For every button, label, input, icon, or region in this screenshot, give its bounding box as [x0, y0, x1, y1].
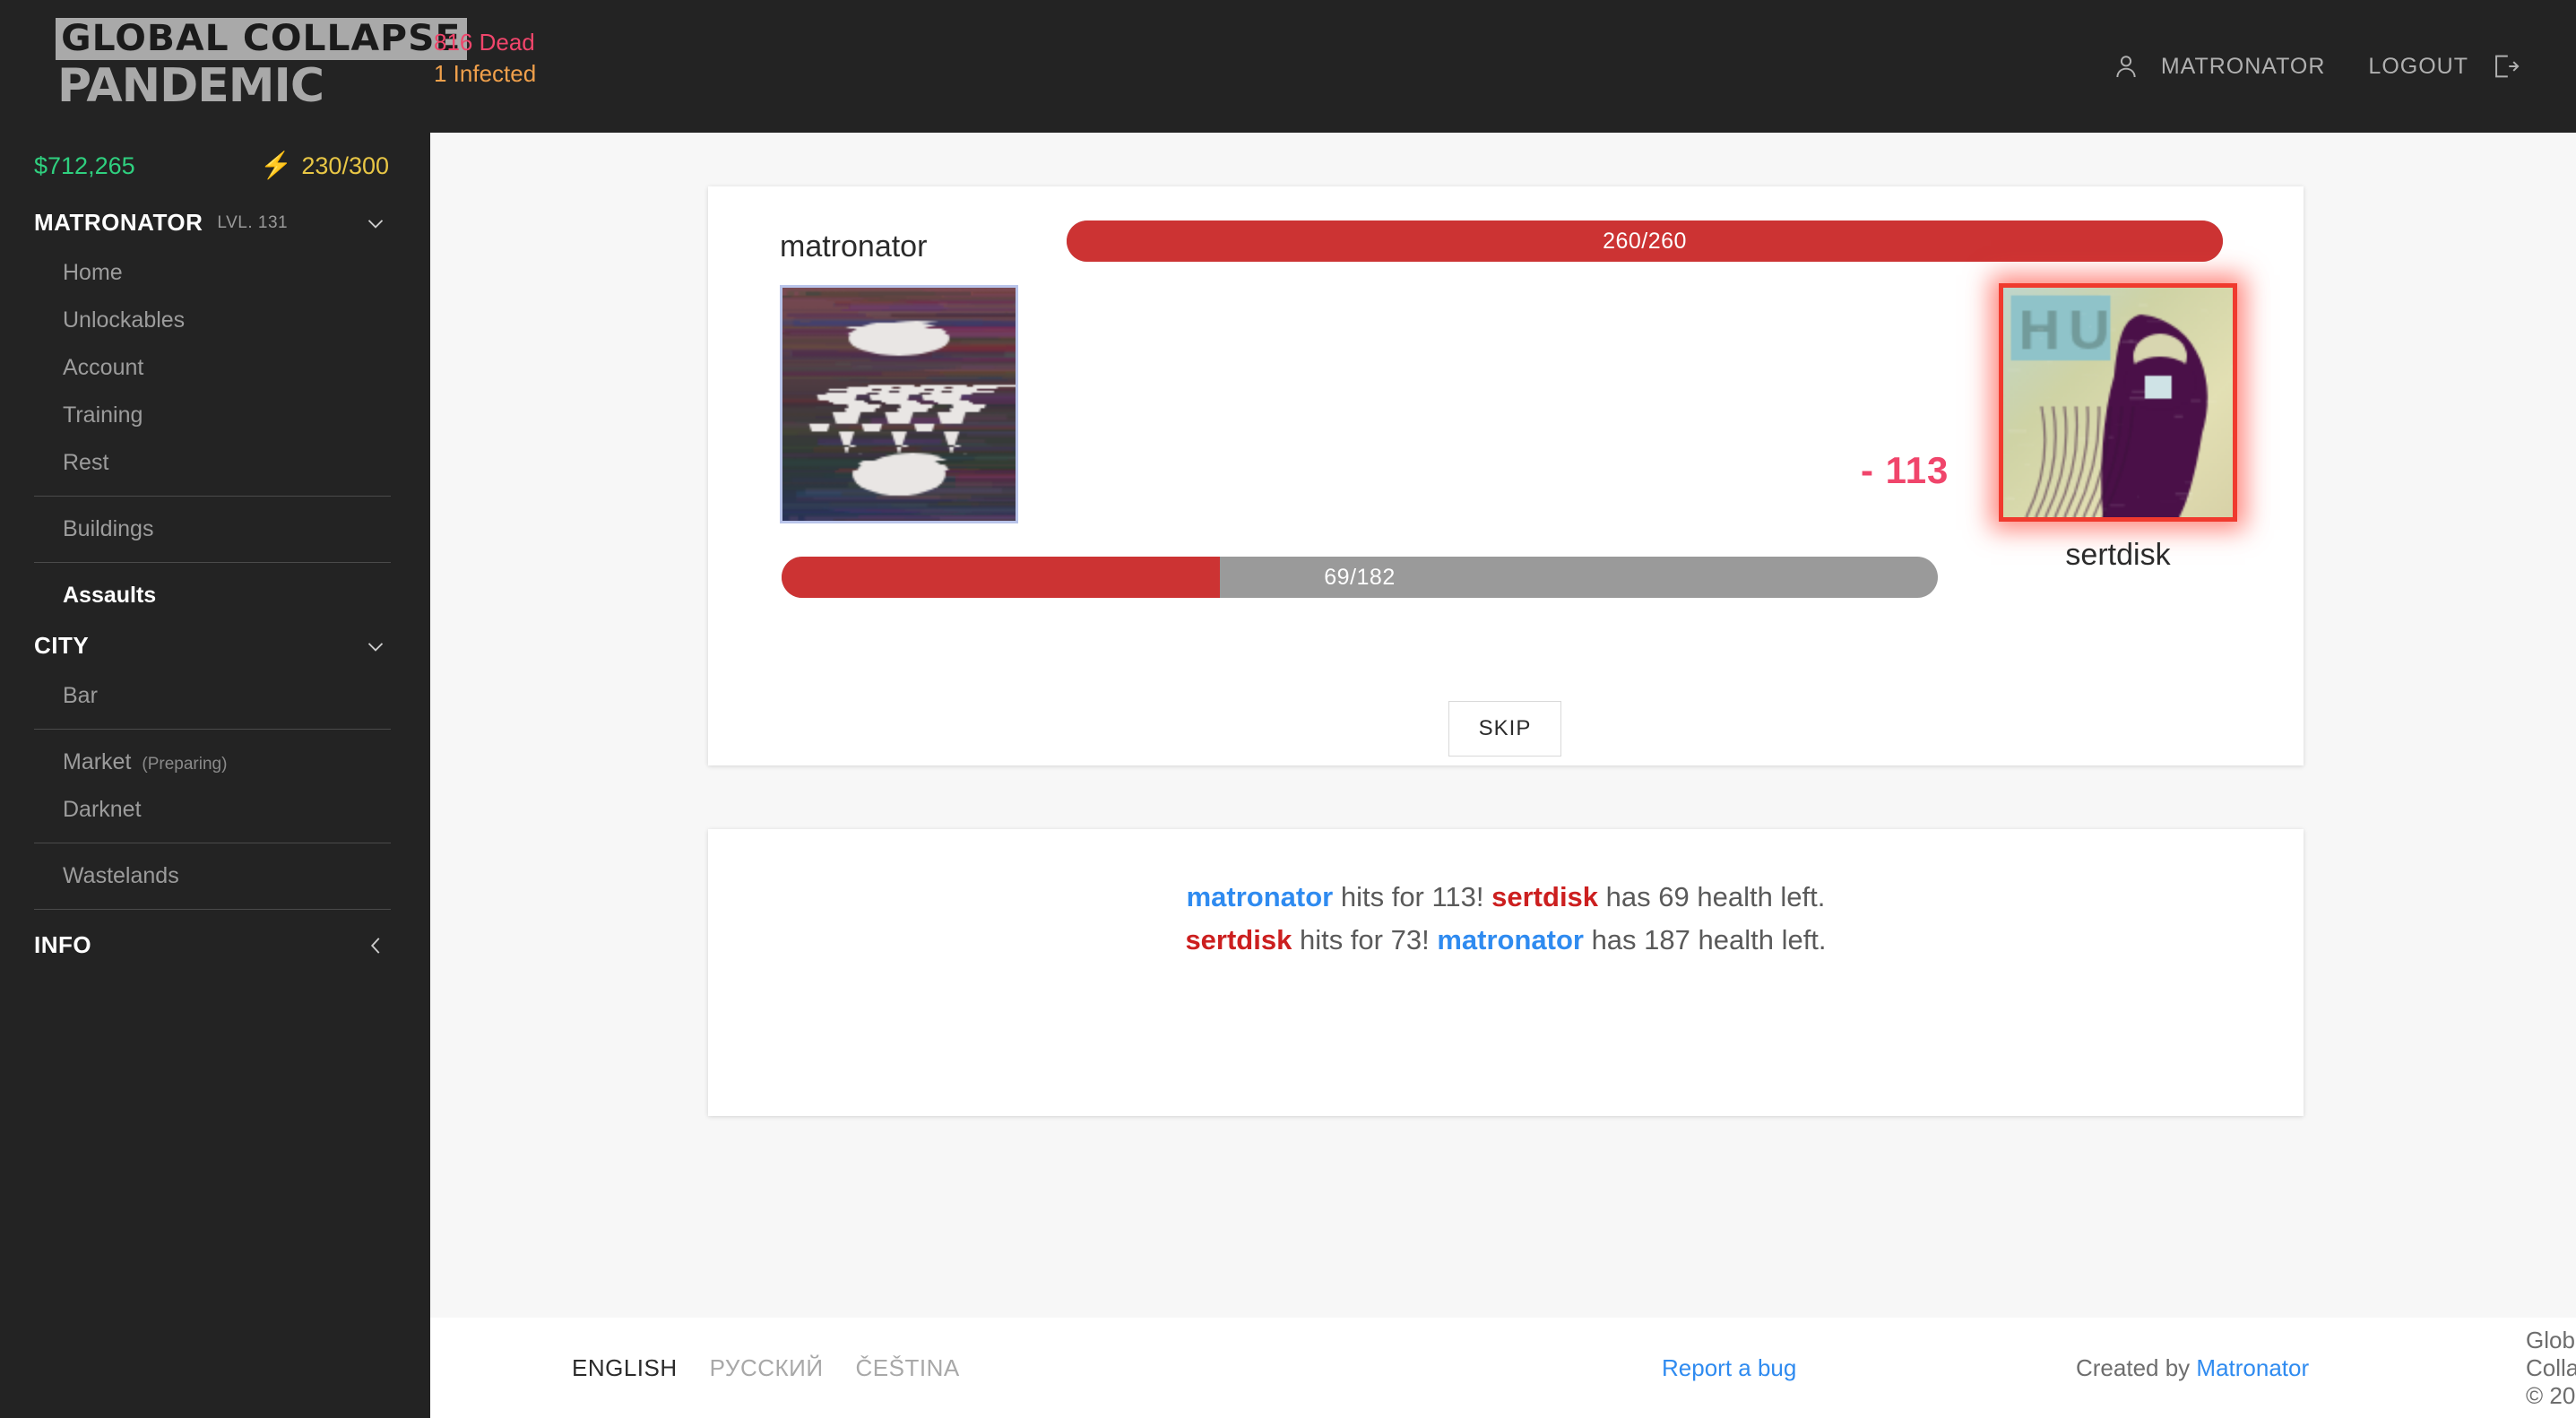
logout-label: LOGOUT — [2368, 54, 2468, 80]
energy-display: ⚡ 230/300 — [260, 152, 389, 180]
report-bug-link[interactable]: Report a bug — [1662, 1354, 1796, 1382]
app-root: GLOBAL COLLAPSE PANDEMIC 816 Dead 1 Infe… — [0, 0, 2576, 1418]
enemy-health-text: 69/182 — [782, 557, 1938, 598]
sidebar-group-level: LVL. 131 — [217, 213, 288, 233]
site-footer: ENGLISH РУССКИЙ ČEŠTINA Report a bug Cre… — [430, 1318, 2576, 1418]
sidebar-group-title: CITY — [34, 632, 89, 660]
player-avatar — [780, 285, 1018, 523]
enemy-name: sertdisk — [1999, 538, 2237, 573]
sidebar-resources: $712,265 ⚡ 230/300 — [0, 133, 430, 196]
logout-button[interactable]: LOGOUT — [2368, 51, 2520, 82]
battle-card: matronator 260/260 - 113 69/182 sertdisk… — [708, 186, 2304, 765]
language-english[interactable]: ENGLISH — [572, 1354, 678, 1382]
sidebar-links-city: Bar Market (Preparing) Darknet Wastelands — [0, 672, 430, 910]
combat-log-entry: sertdisk hits for 73! matronator has 187… — [708, 924, 2304, 956]
sidebar-group-title: MATRONATOR — [34, 209, 203, 237]
combat-log-text: hits for 113! — [1333, 881, 1491, 912]
money-amount: $712,265 — [34, 152, 135, 180]
sidebar-item-bar[interactable]: Bar — [0, 672, 430, 720]
chevron-down-icon[interactable] — [362, 633, 389, 660]
sidebar-group-matronator[interactable]: MATRONATOR LVL. 131 — [0, 196, 430, 249]
sidebar-item-label: Market — [63, 749, 131, 774]
sidebar-item-rest[interactable]: Rest — [0, 439, 430, 487]
footer-copyright: Global Collapse © 2020 — [2526, 1327, 2576, 1410]
sidebar-divider — [34, 729, 391, 730]
sidebar-item-market[interactable]: Market (Preparing) — [0, 739, 430, 786]
player-health-text: 260/260 — [1067, 220, 2223, 262]
lightning-bolt-icon: ⚡ — [260, 153, 292, 179]
player-health-bar: 260/260 — [1067, 220, 2223, 262]
combat-log-text: hits for 73! — [1292, 924, 1437, 955]
language-czech[interactable]: ČEŠTINA — [856, 1354, 960, 1382]
stat-dead: 816 Dead — [434, 27, 536, 58]
sidebar-group-city[interactable]: CITY — [0, 619, 430, 672]
sidebar: $712,265 ⚡ 230/300 MATRONATOR LVL. 131 H… — [0, 133, 430, 1418]
user-icon — [2111, 51, 2141, 82]
logo-line-global-collapse: GLOBAL COLLAPSE — [56, 18, 466, 60]
language-russian[interactable]: РУССКИЙ — [710, 1354, 824, 1382]
combat-log-actor: matronator — [1437, 924, 1584, 955]
combat-log-entry: matronator hits for 113! sertdisk has 69… — [708, 881, 2304, 913]
combat-log-actor: sertdisk — [1185, 924, 1292, 955]
chevron-left-icon[interactable] — [362, 932, 389, 959]
combat-log-card: matronator hits for 113! sertdisk has 69… — [708, 829, 2304, 1116]
player-name: matronator — [780, 229, 927, 264]
sidebar-item-market-status: (Preparing) — [142, 755, 227, 774]
combat-log-text: has 69 health left. — [1598, 881, 1825, 912]
sidebar-group-title: INFO — [34, 931, 91, 959]
sidebar-links-matronator: Home Unlockables Account Training Rest B… — [0, 249, 430, 619]
logout-icon — [2490, 51, 2520, 82]
sidebar-divider — [34, 562, 391, 563]
sidebar-item-account[interactable]: Account — [0, 344, 430, 392]
sidebar-divider — [34, 909, 391, 910]
sidebar-item-wastelands[interactable]: Wastelands — [0, 852, 430, 900]
sidebar-item-unlockables[interactable]: Unlockables — [0, 297, 430, 344]
sidebar-divider — [34, 496, 391, 497]
skip-button[interactable]: SKIP — [1448, 701, 1561, 757]
language-switcher: ENGLISH РУССКИЙ ČEŠTINA — [572, 1354, 960, 1382]
combat-log-text: has 187 health left. — [1584, 924, 1827, 955]
footer-credit-author-link[interactable]: Matronator — [2196, 1354, 2309, 1381]
enemy-health-bar: 69/182 — [782, 557, 1938, 598]
sidebar-item-darknet[interactable]: Darknet — [0, 786, 430, 834]
sidebar-item-assaults[interactable]: Assaults — [0, 572, 430, 619]
logo-line-pandemic: PANDEMIC — [56, 63, 405, 109]
footer-credit: Created by Matronator — [2076, 1354, 2309, 1382]
chevron-down-icon[interactable] — [362, 210, 389, 237]
sidebar-item-training[interactable]: Training — [0, 392, 430, 439]
combat-log-actor: matronator — [1187, 881, 1334, 912]
sidebar-item-home[interactable]: Home — [0, 249, 430, 297]
footer-credit-prefix: Created by — [2076, 1354, 2196, 1381]
damage-indicator: - 113 — [1861, 449, 1949, 492]
energy-amount: 230/300 — [301, 152, 389, 180]
enemy-avatar — [1999, 283, 2237, 522]
stat-infected: 1 Infected — [434, 58, 536, 90]
combat-log-actor: sertdisk — [1491, 881, 1598, 912]
header-stats: 816 Dead 1 Infected — [434, 27, 536, 90]
header-user-name: MATRONATOR — [2161, 54, 2326, 80]
site-logo[interactable]: GLOBAL COLLAPSE PANDEMIC — [56, 7, 405, 119]
sidebar-group-info[interactable]: INFO — [0, 919, 430, 972]
header-right: MATRONATOR LOGOUT — [2111, 0, 2520, 133]
header-user-link[interactable]: MATRONATOR — [2111, 51, 2326, 82]
site-header: GLOBAL COLLAPSE PANDEMIC 816 Dead 1 Infe… — [0, 0, 2576, 133]
sidebar-item-buildings[interactable]: Buildings — [0, 506, 430, 553]
main-content: matronator 260/260 - 113 69/182 sertdisk… — [430, 133, 2576, 1418]
